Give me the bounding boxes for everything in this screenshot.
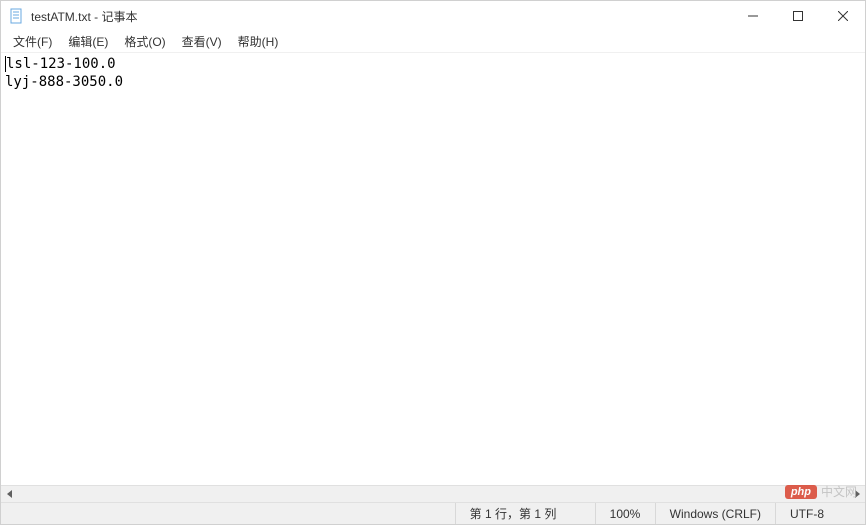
status-position: 第 1 行，第 1 列 [455,503,595,524]
menu-edit[interactable]: 编辑(E) [60,31,116,52]
status-line-ending: Windows (CRLF) [655,503,775,524]
menubar: 文件(F) 编辑(E) 格式(O) 查看(V) 帮助(H) [1,31,865,53]
menu-view[interactable]: 查看(V) [174,31,230,52]
watermark-text: 中文网 [821,483,857,500]
status-zoom: 100% [595,503,655,524]
notepad-window: testATM.txt - 记事本 文件(F) 编辑(E) 格式(O) 查看(V… [0,0,866,525]
menu-format[interactable]: 格式(O) [116,31,173,52]
horizontal-scrollbar[interactable] [1,485,865,502]
watermark-badge: php [785,485,817,499]
status-encoding: UTF-8 [775,503,865,524]
text-editor[interactable]: lsl-123-100.0 lyj-888-3050.0 [1,53,865,485]
minimize-button[interactable] [730,1,775,31]
maximize-button[interactable] [775,1,820,31]
window-title: testATM.txt - 记事本 [31,8,137,25]
text-line-1: lsl-123-100.0 [6,56,116,72]
menu-help[interactable]: 帮助(H) [230,31,287,52]
watermark: php 中文网 [785,483,857,500]
text-line-2: lyj-888-3050.0 [5,74,123,90]
menu-file[interactable]: 文件(F) [5,31,60,52]
close-button[interactable] [820,1,865,31]
editor-content[interactable]: lsl-123-100.0 lyj-888-3050.0 [1,53,865,93]
titlebar[interactable]: testATM.txt - 记事本 [1,1,865,31]
app-icon [9,8,25,24]
scroll-left-arrow-icon[interactable] [1,486,18,503]
statusbar: 第 1 行，第 1 列 100% Windows (CRLF) UTF-8 [1,502,865,524]
